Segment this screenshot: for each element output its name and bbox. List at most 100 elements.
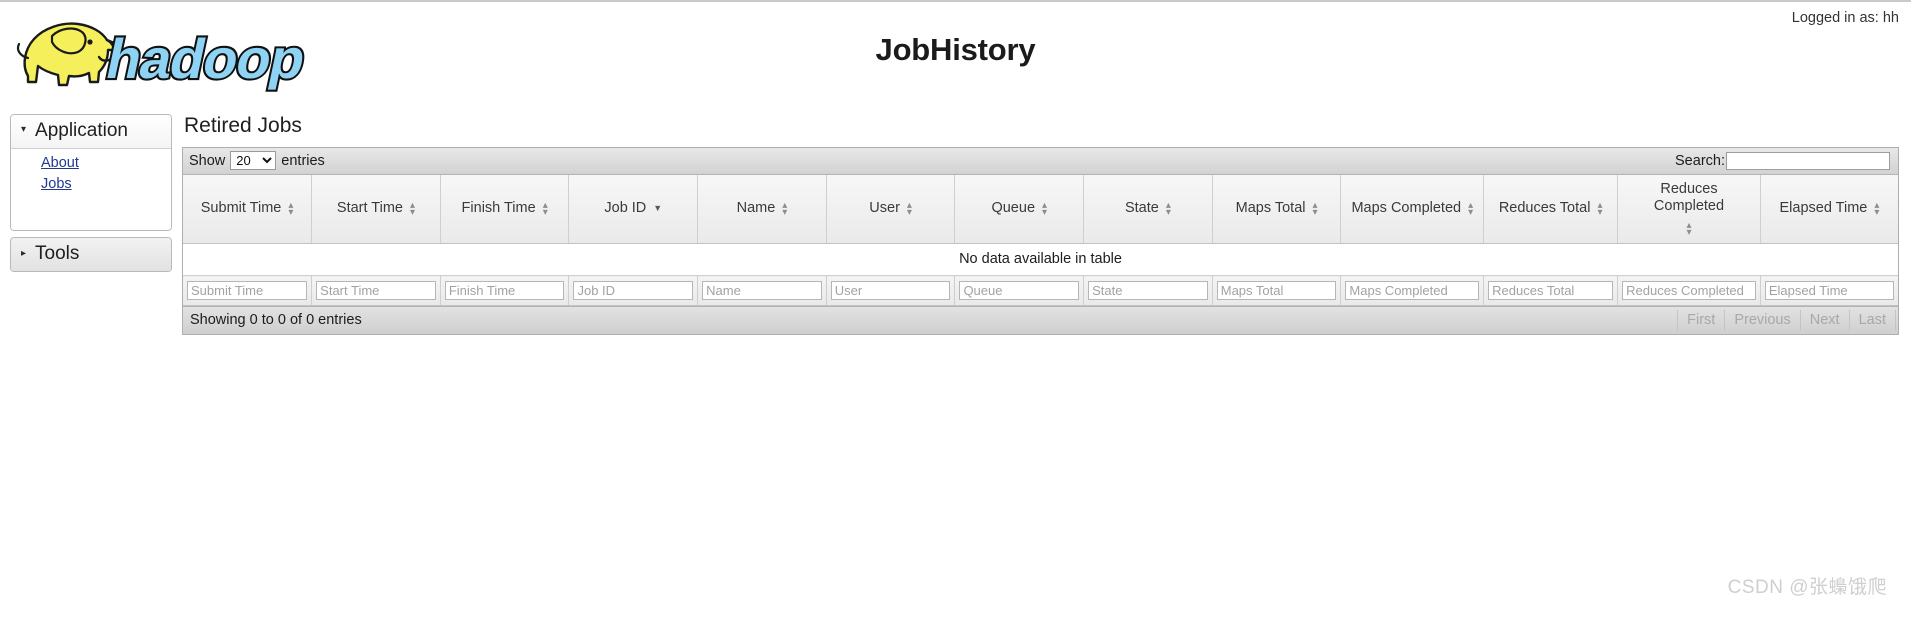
entries-per-page-select[interactable]: 20406080100 (230, 151, 277, 170)
sidebar-label-tools: Tools (35, 242, 80, 264)
column-filter-job-id (568, 275, 699, 307)
search-control: Search: (1675, 151, 1890, 170)
column-header-reduces-total[interactable]: Reduces Total ▴ ▾ (1483, 175, 1619, 245)
pagination-next: Next (1801, 309, 1850, 331)
filter-input[interactable] (1088, 281, 1208, 301)
watermark: CSDN @张蟂饿爬 (1727, 577, 1887, 598)
column-filter-name (697, 275, 827, 307)
column-header-label: Elapsed Time (1779, 200, 1868, 217)
page-body: ▾ Application About Jobs ▸ Tools Retired… (0, 112, 1911, 336)
column-header-queue[interactable]: Queue ▴ ▾ (954, 175, 1085, 245)
table-foot (183, 275, 1898, 307)
column-header-label: Reduces Completed (1653, 181, 1725, 215)
sort-both-icon: ▴ ▾ (410, 199, 416, 218)
sort-both-icon: ▴ ▾ (1312, 199, 1318, 218)
main-content: Retired Jobs Show 20406080100 entries Se… (172, 112, 1911, 336)
column-header-label: Finish Time (461, 200, 536, 217)
retired-jobs-table: Submit Time ▴ ▾ Start Time ▴ ▾ Finish Time ▴ ▾ Jo… (183, 175, 1898, 307)
column-header-label: User (869, 200, 900, 217)
sort-both-icon: ▴ ▾ (1597, 199, 1603, 218)
filter-input[interactable] (573, 281, 694, 301)
empty-message: No data available in table (183, 243, 1898, 277)
table-body: No data available in table (183, 243, 1898, 277)
column-header-label: Maps Completed (1351, 200, 1462, 217)
column-header-state[interactable]: State ▴ ▾ (1083, 175, 1213, 245)
column-header-elapsed-time[interactable]: Elapsed Time ▴ ▾ (1760, 175, 1898, 245)
length-menu-suffix: entries (281, 152, 325, 169)
table-info: Showing 0 to 0 of 0 entries (190, 312, 362, 329)
filter-input[interactable] (1345, 281, 1480, 301)
column-filter-finish-time (440, 275, 570, 307)
column-header-job-id[interactable]: Job ID ▼ (568, 175, 699, 245)
column-header-label: Reduces Total (1498, 200, 1591, 217)
column-header-finish-time[interactable]: Finish Time ▴ ▾ (440, 175, 570, 245)
table-head: Submit Time ▴ ▾ Start Time ▴ ▾ Finish Time ▴ ▾ Jo… (183, 175, 1898, 245)
sidebar-links-application: About Jobs (11, 149, 171, 230)
column-header-reduces-completed[interactable]: Reduces Completed ▴ ▾ (1617, 175, 1761, 245)
filter-input[interactable] (187, 281, 308, 301)
column-header-start-time[interactable]: Start Time ▴ ▾ (311, 175, 441, 245)
column-filter-maps-completed (1340, 275, 1485, 307)
sort-both-icon: ▴ ▾ (288, 199, 294, 218)
search-input[interactable] (1726, 151, 1890, 170)
column-header-submit-time[interactable]: Submit Time ▴ ▾ (183, 175, 313, 245)
sort-both-icon: ▴ ▾ (906, 199, 912, 218)
table-toolbar: Show 20406080100 entries Search: (183, 148, 1898, 175)
sort-both-icon: ▴ ▾ (1874, 199, 1880, 218)
sidebar-block-application: ▾ Application About Jobs (10, 114, 172, 231)
column-header-user[interactable]: User ▴ ▾ (826, 175, 956, 245)
column-header-label: Start Time (336, 200, 403, 217)
sidebar: ▾ Application About Jobs ▸ Tools (0, 112, 172, 278)
column-filter-user (826, 275, 956, 307)
sort-both-icon: ▴ ▾ (1468, 199, 1474, 218)
filter-input[interactable] (1488, 281, 1614, 301)
retired-jobs-table-wrapper: Show 20406080100 entries Search: Submit … (182, 147, 1899, 336)
column-header-label: State (1124, 200, 1159, 217)
filter-input[interactable] (444, 281, 565, 301)
column-filter-submit-time (183, 275, 313, 307)
filter-input[interactable] (702, 281, 822, 301)
column-header-label: Name (736, 200, 776, 217)
table-header-row: Submit Time ▴ ▾ Start Time ▴ ▾ Finish Time ▴ ▾ Jo… (183, 175, 1898, 245)
sort-descending-icon: ▼ (653, 203, 663, 214)
column-filter-reduces-completed (1617, 275, 1761, 307)
pagination-first: First (1677, 309, 1726, 331)
filter-input[interactable] (316, 281, 436, 301)
column-header-name[interactable]: Name ▴ ▾ (697, 175, 827, 245)
sort-both-icon: ▴ ▾ (542, 199, 548, 218)
column-filter-start-time (311, 275, 441, 307)
filter-input[interactable] (1622, 281, 1756, 301)
jobhistory-page: hadoop JobHistory Logged in as: hh ▾ App… (0, 0, 1911, 621)
filter-input[interactable] (830, 281, 951, 301)
page-title: JobHistory (875, 32, 1036, 67)
column-filter-queue (954, 275, 1085, 307)
pagination-previous: Previous (1725, 309, 1801, 331)
page-header: hadoop JobHistory Logged in as: hh (0, 0, 1911, 112)
table-footer-bar: Showing 0 to 0 of 0 entries First Previou… (183, 306, 1898, 335)
table-empty-row: No data available in table (183, 243, 1898, 277)
column-header-maps-total[interactable]: Maps Total ▴ ▾ (1212, 175, 1342, 245)
sidebar-item-about[interactable]: About (11, 153, 171, 174)
column-filter-elapsed-time (1760, 275, 1898, 307)
sort-both-icon: ▴ ▾ (782, 199, 788, 218)
table-filter-row (183, 275, 1898, 307)
column-header-maps-completed[interactable]: Maps Completed ▴ ▾ (1340, 175, 1485, 245)
filter-input[interactable] (1764, 281, 1894, 301)
length-menu: Show 20406080100 entries (189, 151, 325, 170)
length-menu-prefix: Show (189, 152, 226, 169)
sort-both-icon: ▴ ▾ (1686, 220, 1692, 239)
column-filter-state (1083, 275, 1213, 307)
column-filter-maps-total (1212, 275, 1342, 307)
filter-input[interactable] (1216, 281, 1337, 301)
sidebar-item-jobs[interactable]: Jobs (11, 174, 171, 195)
filter-input[interactable] (959, 281, 1080, 301)
pagination: First Previous Next Last (1677, 309, 1896, 331)
sidebar-header-application[interactable]: ▾ Application (11, 115, 171, 149)
column-header-label: Job ID (604, 200, 647, 217)
sidebar-header-tools[interactable]: ▸ Tools (11, 237, 171, 271)
column-header-label: Queue (991, 200, 1036, 217)
column-header-label: Submit Time (200, 200, 282, 217)
column-header-label: Maps Total (1235, 200, 1306, 217)
section-title: Retired Jobs (184, 114, 302, 137)
pagination-last: Last (1850, 309, 1896, 331)
